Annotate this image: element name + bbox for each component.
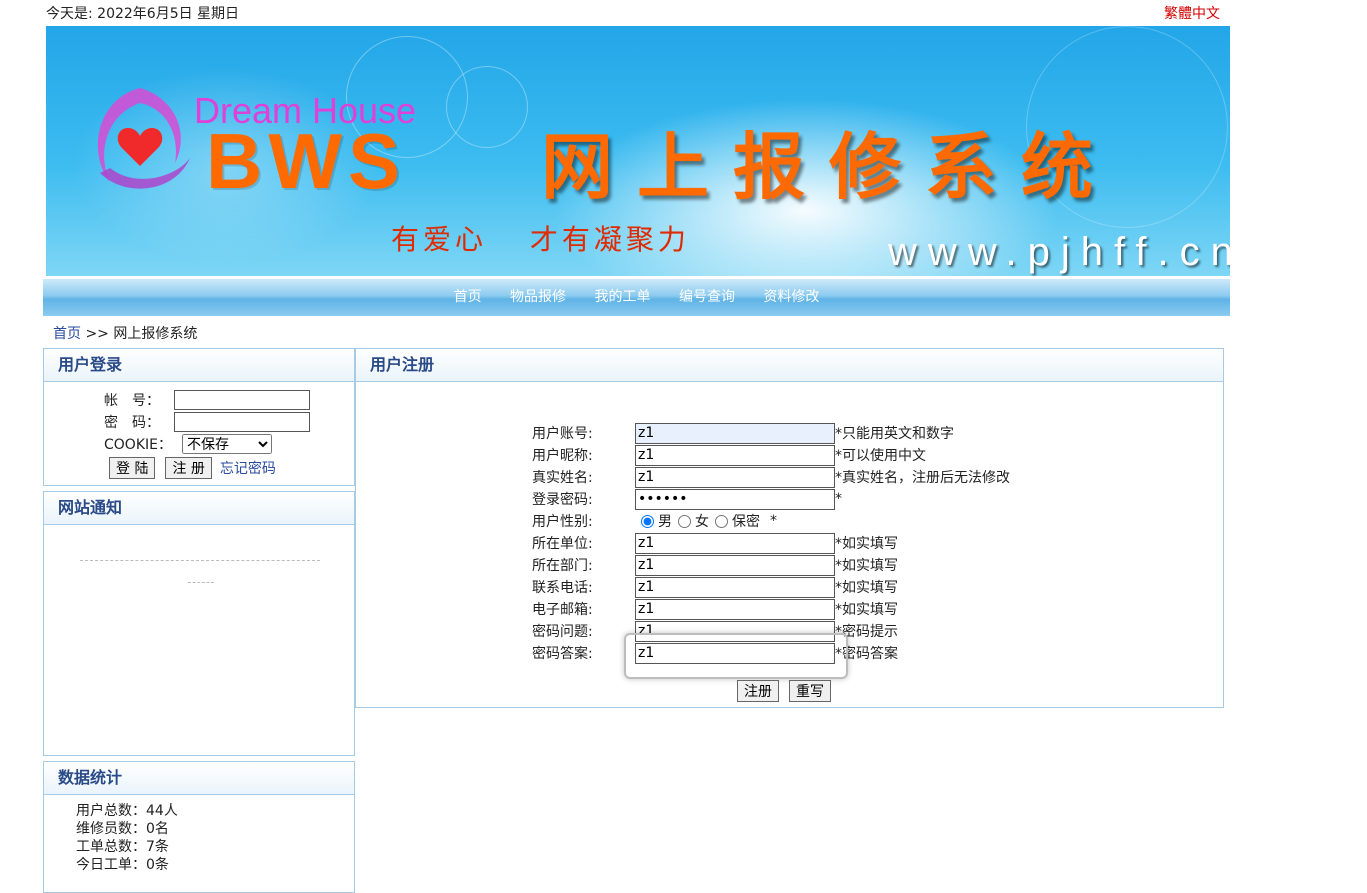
field-label: 用户昵称: <box>532 448 593 464</box>
nav-home[interactable]: 首页 <box>454 289 482 305</box>
stats-panel: 数据统计 用户总数：44人 维修员数：0名 工单总数：7条 今日工单：0条 <box>43 761 355 893</box>
field-label: 用户性别: <box>532 514 593 530</box>
header-banner: Dream House BWS 网上报修系统 有爱心 才有凝聚力 www.pjh… <box>46 26 1230 276</box>
field-hint: *如实填写 <box>835 558 898 574</box>
gender-male-label: 男 <box>658 514 672 530</box>
field-label: 所在部门: <box>532 558 593 574</box>
nav-number-query[interactable]: 编号查询 <box>679 289 735 305</box>
field-hint: *密码提示 <box>835 624 898 640</box>
reset-button[interactable]: 重写 <box>789 680 831 702</box>
breadcrumb-separator: >> <box>81 326 114 342</box>
gender-male-radio[interactable] <box>641 514 654 528</box>
email-input[interactable] <box>635 598 835 620</box>
phone-input[interactable] <box>635 576 835 598</box>
gender-radio-group: 男 女 保密 * <box>635 511 777 531</box>
security-answer-input[interactable] <box>635 642 835 664</box>
field-label: 所在单位: <box>532 536 593 552</box>
field-hint: *如实填写 <box>835 602 898 618</box>
submit-register-button[interactable]: 注册 <box>737 680 779 702</box>
stat-total-orders: 工单总数：7条 <box>76 839 169 855</box>
login-panel-title: 用户登录 <box>44 349 354 382</box>
gender-secret-label: 保密 <box>732 514 760 530</box>
realname-input[interactable] <box>635 466 835 488</box>
username-input[interactable] <box>635 422 835 444</box>
field-hint: *只能用英文和数字 <box>835 426 954 442</box>
heart-logo-icon <box>97 88 190 189</box>
system-title: 网上报修系统 <box>541 124 1118 209</box>
nickname-input[interactable] <box>635 444 835 466</box>
stats-panel-title: 数据统计 <box>44 762 354 795</box>
register-buttons: 注册 重写 <box>737 680 831 702</box>
login-button[interactable]: 登 陆 <box>109 457 156 479</box>
notice-panel: 网站通知 <box>43 491 355 756</box>
field-hint: *如实填写 <box>835 536 898 552</box>
field-label: 电子邮箱: <box>532 602 593 618</box>
login-panel: 用户登录 帐 号： 密 码： COOKIE： 不保存 登 陆 注 册 忘记密码 <box>43 348 355 486</box>
nav-my-orders[interactable]: 我的工单 <box>595 289 651 305</box>
field-hint: * <box>835 491 842 507</box>
register-form: 用户账号: *只能用英文和数字 用户昵称: *可以使用中文 真实姓名: *真实姓… <box>532 422 1010 664</box>
field-hint: *真实姓名，注册后无法修改 <box>835 470 1010 486</box>
company-input[interactable] <box>635 532 835 554</box>
notice-divider <box>80 560 320 561</box>
stat-repairers: 维修员数：0名 <box>76 821 169 837</box>
password-label: 密 码： <box>104 415 160 431</box>
nav-item-repair[interactable]: 物品报修 <box>510 289 566 305</box>
traditional-chinese-link[interactable]: 繁體中文 <box>1164 3 1220 23</box>
cookie-select[interactable]: 不保存 <box>182 434 272 454</box>
notice-panel-title: 网站通知 <box>44 492 354 525</box>
slogan: 有爱心 才有凝聚力 <box>391 223 690 256</box>
field-label: 登录密码: <box>532 492 593 508</box>
field-hint: *如实填写 <box>835 580 898 596</box>
field-hint: * <box>770 513 777 529</box>
password-input[interactable] <box>174 412 310 432</box>
notice-divider <box>188 582 214 583</box>
field-label: 密码问题: <box>532 624 593 640</box>
field-hint: *密码答案 <box>835 646 898 662</box>
cookie-label: COOKIE： <box>104 437 172 453</box>
password-field[interactable] <box>635 488 835 510</box>
account-label: 帐 号： <box>104 393 160 409</box>
department-input[interactable] <box>635 554 835 576</box>
nav-profile-edit[interactable]: 资料修改 <box>763 289 819 305</box>
register-link-button[interactable]: 注 册 <box>165 457 212 479</box>
field-label: 联系电话: <box>532 580 593 596</box>
field-hint: *可以使用中文 <box>835 448 926 464</box>
stat-today-orders: 今日工单：0条 <box>76 857 169 873</box>
breadcrumb-home[interactable]: 首页 <box>53 326 81 342</box>
site-url: www.pjhff.cn <box>888 230 1230 274</box>
gender-secret-radio[interactable] <box>715 514 728 528</box>
logo-bws: BWS <box>206 117 406 205</box>
field-label: 密码答案: <box>532 646 593 662</box>
account-input[interactable] <box>174 390 310 410</box>
field-label: 真实姓名: <box>532 470 593 486</box>
security-question-input[interactable] <box>635 620 835 642</box>
field-label: 用户账号: <box>532 426 593 442</box>
breadcrumb-current: 网上报修系统 <box>113 326 198 342</box>
stat-total-users: 用户总数：44人 <box>76 803 178 819</box>
gender-female-label: 女 <box>695 514 709 530</box>
date-text: 今天是: 2022年6月5日 星期日 <box>46 6 240 22</box>
register-panel-title: 用户注册 <box>356 349 1223 382</box>
breadcrumb: 首页 >> 网上报修系统 <box>53 323 197 343</box>
forgot-password-link[interactable]: 忘记密码 <box>220 458 276 478</box>
gender-female-radio[interactable] <box>678 514 691 528</box>
main-nav: 首页 物品报修 我的工单 编号查询 资料修改 <box>43 279 1230 316</box>
